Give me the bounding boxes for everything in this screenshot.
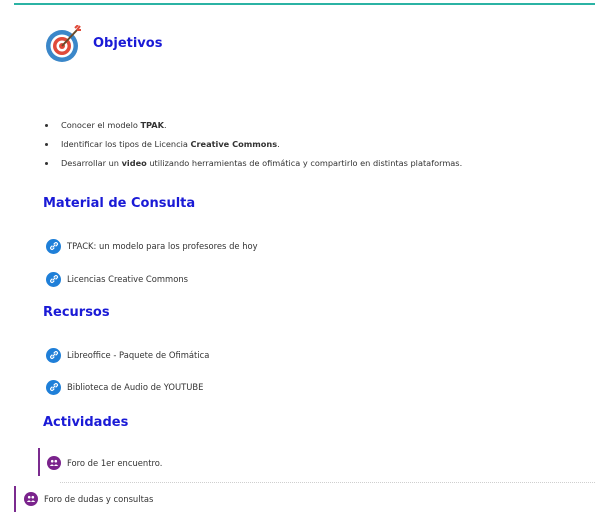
- activity-label: Foro de dudas y consultas: [44, 494, 154, 504]
- objectives-list: Conocer el modelo TPAK. Identificar los …: [42, 119, 462, 176]
- link-label: Biblioteca de Audio de YOUTUBE: [67, 382, 204, 392]
- material-section-title: Material de Consulta: [43, 196, 196, 211]
- link-icon: [46, 347, 61, 363]
- resource-link-libreoffice[interactable]: Libreoffice - Paquete de Ofimática: [46, 347, 209, 363]
- objective-item: Identificar los tipos de Licencia Creati…: [42, 138, 462, 157]
- forum-icon: [24, 492, 38, 506]
- objective-item: Conocer el modelo TPAK.: [42, 119, 462, 138]
- target-icon: [46, 25, 81, 62]
- resource-link-tpack[interactable]: TPACK: un modelo para los profesores de …: [46, 238, 258, 254]
- activities-section-title: Actividades: [43, 415, 129, 430]
- objectives-title: Objetivos: [93, 36, 163, 51]
- activity-label: Foro de 1er encuentro.: [67, 458, 163, 468]
- activity-indent-bar: [14, 486, 16, 512]
- resources-section-title: Recursos: [43, 305, 110, 320]
- activity-forum-questions[interactable]: Foro de dudas y consultas: [24, 492, 153, 506]
- link-icon: [46, 379, 61, 395]
- resource-link-creative-commons[interactable]: Licencias Creative Commons: [46, 271, 188, 287]
- activity-forum-first-meeting[interactable]: Foro de 1er encuentro.: [47, 456, 162, 470]
- forum-icon: [47, 456, 61, 470]
- activity-indent-bar: [38, 448, 40, 476]
- top-divider: [14, 3, 595, 5]
- link-label: Libreoffice - Paquete de Ofimática: [67, 350, 210, 360]
- link-label: TPACK: un modelo para los profesores de …: [67, 241, 258, 251]
- resource-link-youtube-audio[interactable]: Biblioteca de Audio de YOUTUBE: [46, 379, 203, 395]
- objective-item: Desarrollar un video utilizando herramie…: [42, 157, 462, 176]
- link-icon: [46, 238, 61, 254]
- row-separator: [60, 482, 595, 483]
- link-icon: [46, 271, 61, 287]
- link-label: Licencias Creative Commons: [67, 274, 189, 284]
